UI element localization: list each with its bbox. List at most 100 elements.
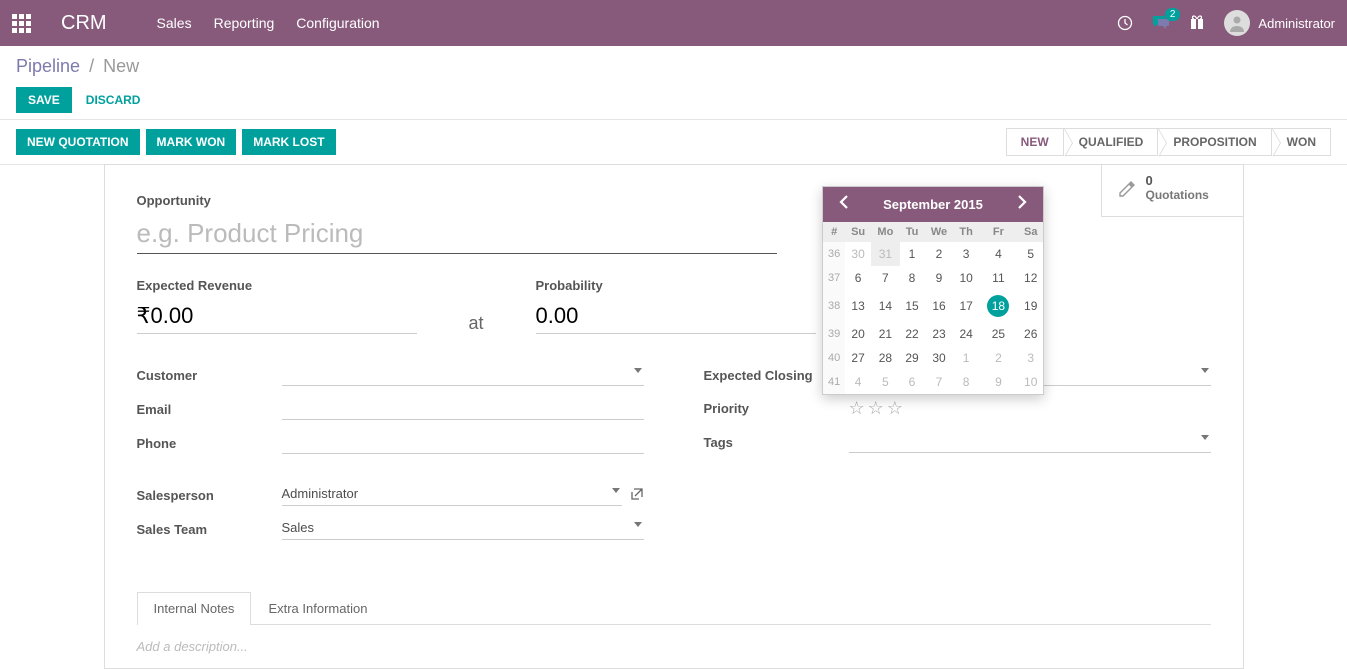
user-menu[interactable]: Administrator xyxy=(1224,10,1335,36)
calendar-day[interactable]: 14 xyxy=(871,290,900,322)
activity-icon[interactable] xyxy=(1116,14,1134,32)
notes-textarea[interactable]: Add a description... xyxy=(105,625,1243,668)
sales-team-label: Sales Team xyxy=(137,522,282,537)
form-sheet: 0 Quotations Opportunity Expected Revenu… xyxy=(104,164,1244,669)
nav-configuration[interactable]: Configuration xyxy=(296,15,379,31)
calendar-day[interactable]: 15 xyxy=(900,290,924,322)
calendar-day[interactable]: 4 xyxy=(978,242,1018,266)
dow-header: Th xyxy=(954,222,979,242)
calendar-day[interactable]: 8 xyxy=(954,370,979,394)
calendar-day[interactable]: 29 xyxy=(900,346,924,370)
gift-icon[interactable] xyxy=(1188,14,1206,32)
calendar-day[interactable]: 30 xyxy=(845,242,871,266)
calendar-day[interactable]: 22 xyxy=(900,322,924,346)
calendar-day[interactable]: 5 xyxy=(1018,242,1043,266)
calendar-day[interactable]: 3 xyxy=(954,242,979,266)
calendar-day[interactable]: 6 xyxy=(845,266,871,290)
dropdown-caret-icon xyxy=(612,488,620,493)
prev-month-icon[interactable] xyxy=(833,193,855,216)
calendar-day[interactable]: 3 xyxy=(1018,346,1043,370)
user-name: Administrator xyxy=(1258,16,1335,31)
star-icon[interactable]: ☆ xyxy=(849,398,865,419)
calendar-day[interactable]: 10 xyxy=(954,266,979,290)
apps-icon[interactable] xyxy=(12,14,31,33)
datepicker-title[interactable]: September 2015 xyxy=(883,197,983,212)
calendar-day[interactable]: 11 xyxy=(978,266,1018,290)
calendar-day[interactable]: 7 xyxy=(924,370,954,394)
calendar-day[interactable]: 23 xyxy=(924,322,954,346)
calendar-day[interactable]: 19 xyxy=(1018,290,1043,322)
status-qualified[interactable]: QUALIFIED xyxy=(1064,128,1159,156)
tab-extra-info[interactable]: Extra Information xyxy=(251,592,384,624)
calendar-day[interactable]: 7 xyxy=(871,266,900,290)
external-link-icon[interactable] xyxy=(630,487,644,504)
sales-team-input[interactable]: Sales xyxy=(282,518,644,540)
calendar-day[interactable]: 27 xyxy=(845,346,871,370)
breadcrumb: Pipeline / New xyxy=(16,56,1331,77)
star-icon[interactable]: ☆ xyxy=(887,398,903,419)
status-bar: NEW QUALIFIED PROPOSITION WON xyxy=(1006,128,1331,156)
calendar-day[interactable]: 25 xyxy=(978,322,1018,346)
week-header: # xyxy=(823,222,845,242)
star-icon[interactable]: ☆ xyxy=(868,398,884,419)
status-new[interactable]: NEW xyxy=(1006,128,1064,156)
calendar-day[interactable]: 9 xyxy=(924,266,954,290)
nav-reporting[interactable]: Reporting xyxy=(214,15,275,31)
calendar-day[interactable]: 5 xyxy=(871,370,900,394)
new-quotation-button[interactable]: NEW QUOTATION xyxy=(16,129,140,155)
dow-header: We xyxy=(924,222,954,242)
datepicker-grid: #SuMoTuWeThFrSa 363031123453767891011123… xyxy=(823,222,1043,394)
salesperson-input[interactable]: Administrator xyxy=(282,484,622,506)
next-month-icon[interactable] xyxy=(1011,193,1033,216)
tags-label: Tags xyxy=(704,435,849,450)
customer-input[interactable] xyxy=(282,364,644,386)
calendar-day[interactable]: 2 xyxy=(924,242,954,266)
week-number: 41 xyxy=(823,370,845,394)
calendar-day[interactable]: 2 xyxy=(978,346,1018,370)
quotations-stat-button[interactable]: 0 Quotations xyxy=(1101,165,1243,217)
calendar-day[interactable]: 13 xyxy=(845,290,871,322)
calendar-day[interactable]: 10 xyxy=(1018,370,1043,394)
calendar-day[interactable]: 26 xyxy=(1018,322,1043,346)
priority-stars: ☆ ☆ ☆ xyxy=(849,398,903,419)
calendar-day[interactable]: 24 xyxy=(954,322,979,346)
main-header: CRM Sales Reporting Configuration 2 Admi… xyxy=(0,0,1347,46)
expected-revenue-input[interactable] xyxy=(137,299,417,334)
breadcrumb-root[interactable]: Pipeline xyxy=(16,56,80,76)
status-proposition[interactable]: PROPOSITION xyxy=(1158,128,1271,156)
calendar-day[interactable]: 8 xyxy=(900,266,924,290)
app-title[interactable]: CRM xyxy=(61,12,107,35)
opportunity-input[interactable] xyxy=(137,214,777,254)
calendar-day[interactable]: 12 xyxy=(1018,266,1043,290)
calendar-day[interactable]: 17 xyxy=(954,290,979,322)
calendar-day[interactable]: 4 xyxy=(845,370,871,394)
calendar-day[interactable]: 18 xyxy=(978,290,1018,322)
tab-internal-notes[interactable]: Internal Notes xyxy=(137,592,252,625)
calendar-day[interactable]: 9 xyxy=(978,370,1018,394)
dropdown-caret-icon xyxy=(634,522,642,527)
calendar-day[interactable]: 31 xyxy=(871,242,900,266)
mark-won-button[interactable]: MARK WON xyxy=(146,129,237,155)
email-input[interactable] xyxy=(282,398,644,420)
calendar-day[interactable]: 6 xyxy=(900,370,924,394)
calendar-day[interactable]: 1 xyxy=(900,242,924,266)
calendar-day[interactable]: 30 xyxy=(924,346,954,370)
discard-button[interactable]: DISCARD xyxy=(86,93,141,107)
probability-label: Probability xyxy=(536,278,816,293)
calendar-day[interactable]: 28 xyxy=(871,346,900,370)
dow-header: Mo xyxy=(871,222,900,242)
calendar-day[interactable]: 1 xyxy=(954,346,979,370)
priority-label: Priority xyxy=(704,401,849,416)
week-number: 40 xyxy=(823,346,845,370)
mark-lost-button[interactable]: MARK LOST xyxy=(242,129,335,155)
calendar-day[interactable]: 20 xyxy=(845,322,871,346)
phone-input[interactable] xyxy=(282,432,644,454)
tags-input[interactable] xyxy=(849,431,1211,453)
save-button[interactable]: SAVE xyxy=(16,87,72,113)
calendar-day[interactable]: 21 xyxy=(871,322,900,346)
calendar-day[interactable]: 16 xyxy=(924,290,954,322)
nav-sales[interactable]: Sales xyxy=(157,15,192,31)
week-number: 36 xyxy=(823,242,845,266)
probability-input[interactable] xyxy=(536,299,816,334)
chat-icon[interactable]: 2 xyxy=(1152,14,1170,32)
